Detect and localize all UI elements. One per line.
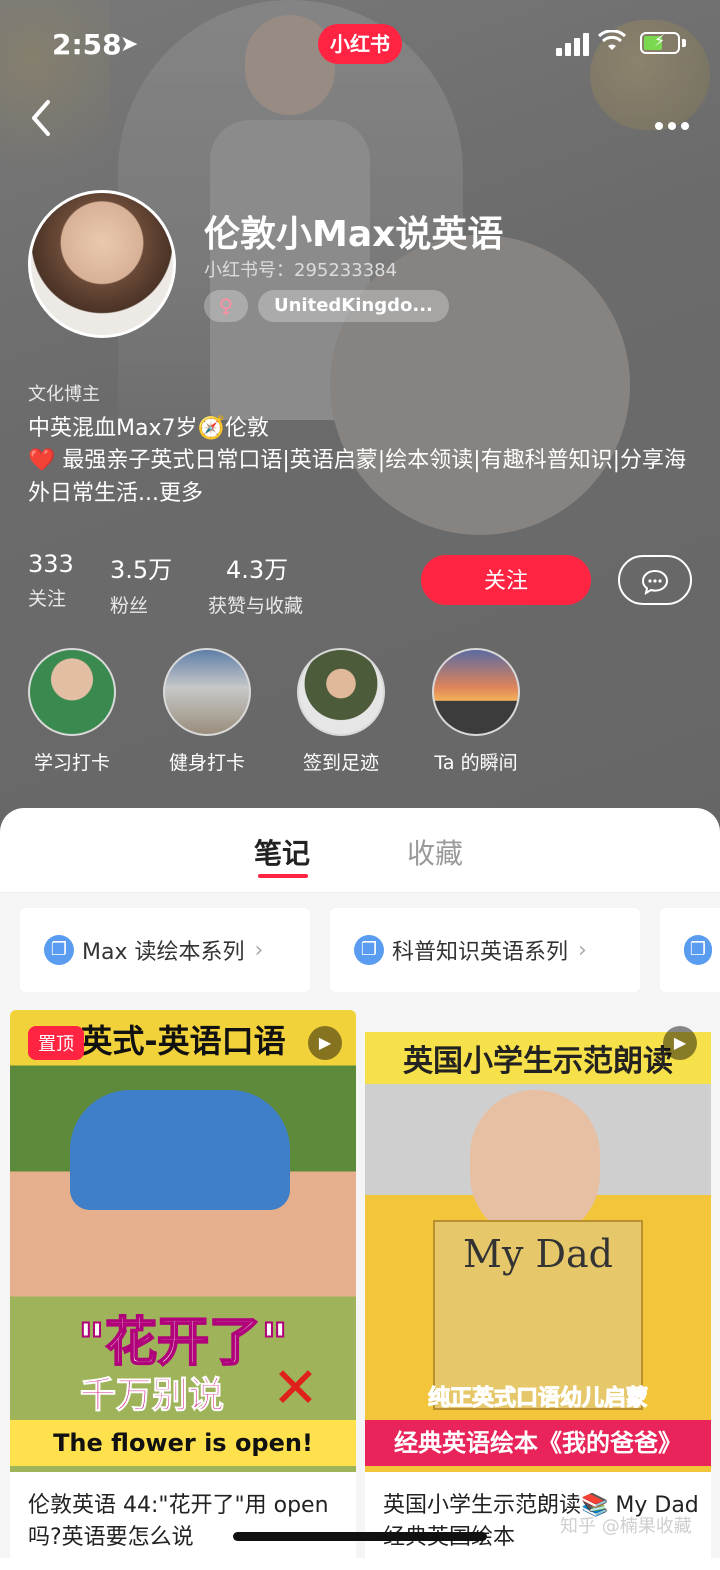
pinned-badge: 置顶 <box>28 1026 84 1060</box>
content-sheet: 笔记 收藏 ❐ Max 读绘本系列 › ❐ 科普知识英语系列 › ❐ 英式-英语… <box>0 808 720 1570</box>
more-options-button[interactable] <box>654 102 690 138</box>
message-button[interactable] <box>618 555 692 605</box>
thumbnail-caption-bottom: The flower is open! <box>10 1420 356 1466</box>
note-card[interactable]: 英国小学生示范朗读 My Dad 纯正英式口语幼儿启蒙 经典英语绘本《我的爸爸》… <box>365 1010 711 1570</box>
cross-icon: ✕ <box>272 1356 319 1421</box>
highlight-thumbnail <box>297 648 385 736</box>
collection-label: Max 读绘本系列 <box>82 940 245 965</box>
highlight-checkin[interactable]: 签到足迹 <box>293 648 389 775</box>
stat-following[interactable]: 333 关注 <box>28 550 74 611</box>
collection-icon: ❐ <box>44 935 74 965</box>
video-play-icon: ▶ <box>663 1026 697 1060</box>
collection-chip-partial[interactable]: ❐ <box>660 908 720 992</box>
profile-bio-line2[interactable]: ❤️ 最强亲子英式日常口语|英语启蒙|绘本领读|有趣科普知识|分享海外日常生活.… <box>28 444 693 510</box>
thumbnail-face <box>470 1090 600 1240</box>
profile-role: 文化博主 <box>28 384 100 405</box>
stat-value: 333 <box>28 550 74 578</box>
stat-value: 3.5万 <box>110 556 173 584</box>
wifi-icon <box>597 29 627 58</box>
highlight-fitness[interactable]: 健身打卡 <box>159 648 255 775</box>
highlight-thumbnail <box>28 648 116 736</box>
note-thumbnail: 英式-英语口语 "花开了" 千万别说 ✕ The flower is open!… <box>10 1010 356 1472</box>
stat-label: 关注 <box>28 588 67 610</box>
gender-badge: ♀ <box>204 290 248 322</box>
profile-red-id[interactable]: 小红书号：295233384 <box>204 256 397 282</box>
note-card[interactable]: 英式-英语口语 "花开了" 千万别说 ✕ The flower is open!… <box>10 1010 356 1570</box>
more-dots-icon <box>655 122 689 130</box>
highlight-label: 健身打卡 <box>168 752 245 774</box>
collection-icon: ❐ <box>354 935 384 965</box>
highlight-moments[interactable]: Ta 的瞬间 <box>428 648 524 775</box>
stat-label: 粉丝 <box>110 595 149 617</box>
location-arrow-icon: ➤ <box>120 32 139 57</box>
female-icon: ♀ <box>218 294 234 318</box>
status-bar: 2:58 ➤ 小红书 ⚡ <box>0 24 720 68</box>
profile-bio-line1: 中英混血Max7岁🧭伦敦 <box>28 416 269 441</box>
home-indicator[interactable] <box>233 1532 487 1541</box>
collection-icon: ❐ <box>684 935 712 965</box>
battery-icon: ⚡ <box>640 31 680 54</box>
location-badge: UnitedKingdo... <box>258 290 449 322</box>
brand-badge: 小红书 <box>318 24 402 64</box>
back-button[interactable] <box>28 98 62 146</box>
tab-collections[interactable]: 收藏 <box>407 832 463 872</box>
highlight-thumbnail <box>163 648 251 736</box>
highlight-thumbnail <box>432 648 520 736</box>
chevron-left-icon <box>32 100 50 136</box>
highlight-label: Ta 的瞬间 <box>434 752 518 774</box>
follow-button[interactable]: 关注 <box>421 555 591 605</box>
active-tab-indicator <box>258 874 308 878</box>
battery-cap <box>682 39 686 47</box>
chat-bubble-icon <box>641 569 669 595</box>
note-thumbnail: 英国小学生示范朗读 My Dad 纯正英式口语幼儿启蒙 经典英语绘本《我的爸爸》… <box>365 1010 711 1472</box>
watermark: 知乎 @楠果收藏 <box>560 1516 692 1537</box>
profile-nickname: 伦敦小Max说英语 <box>204 214 504 255</box>
book-title: My Dad <box>463 1232 613 1276</box>
chevron-right-icon: › <box>254 937 264 963</box>
cellular-signal-icon <box>556 32 592 56</box>
stat-label: 获赞与收藏 <box>208 595 304 617</box>
tab-notes[interactable]: 笔记 <box>254 832 310 872</box>
collection-label: 科普知识英语系列 <box>392 940 569 965</box>
highlight-label: 签到足迹 <box>302 752 379 774</box>
chevron-right-icon: › <box>578 937 587 963</box>
note-title: 伦敦英语 44:"花开了"用 open吗?英语要怎么说 <box>28 1493 329 1550</box>
collection-chip-science[interactable]: ❐ 科普知识英语系列 › <box>330 908 640 992</box>
collection-chip-picture-books[interactable]: ❐ Max 读绘本系列 › <box>20 908 310 992</box>
stat-value: 4.3万 <box>226 556 289 584</box>
highlight-study[interactable]: 学习打卡 <box>24 648 120 775</box>
stat-followers[interactable]: 3.5万 粉丝 <box>110 550 172 618</box>
thumbnail-cap <box>70 1090 290 1210</box>
thumbnail-caption-top: 英国小学生示范朗读 <box>365 1032 711 1084</box>
thumbnail-caption-mid: 纯正英式口语幼儿启蒙 <box>427 1386 648 1412</box>
video-play-icon: ▶ <box>308 1026 342 1060</box>
avatar[interactable] <box>28 190 176 338</box>
status-time: 2:58 <box>52 28 122 61</box>
highlight-label: 学习打卡 <box>33 752 110 774</box>
stat-likes-collections[interactable]: 4.3万 获赞与收藏 <box>208 550 303 618</box>
thumbnail-caption-bottom: 经典英语绘本《我的爸爸》 <box>365 1420 711 1466</box>
thumbnail-caption-mid: 千万别说 <box>79 1375 225 1417</box>
